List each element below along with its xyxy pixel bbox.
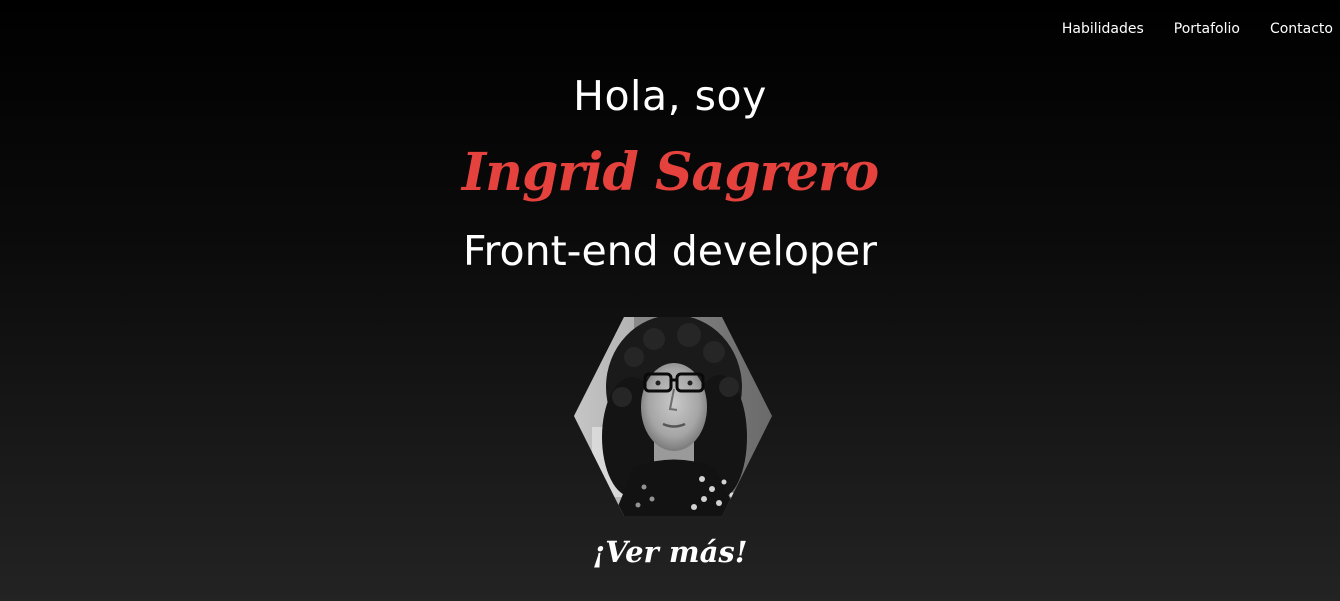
nav-link-habilidades[interactable]: Habilidades bbox=[1062, 19, 1144, 39]
profile-photo bbox=[574, 317, 772, 516]
hero-greeting: Hola, soy bbox=[573, 72, 767, 120]
see-more-link[interactable]: ¡Ver más! bbox=[0, 532, 1340, 572]
hero-role: Front-end developer bbox=[462, 227, 878, 275]
nav-link-portafolio[interactable]: Portafolio bbox=[1174, 19, 1240, 39]
hero-name: Ingrid Sagrero bbox=[461, 142, 879, 203]
see-more-label[interactable]: ¡Ver más! bbox=[593, 535, 748, 569]
nav-link-contacto[interactable]: Contacto bbox=[1270, 19, 1333, 39]
top-nav: Habilidades Portafolio Contacto bbox=[1032, 19, 1333, 39]
profile-photo-hexagon bbox=[574, 317, 772, 516]
